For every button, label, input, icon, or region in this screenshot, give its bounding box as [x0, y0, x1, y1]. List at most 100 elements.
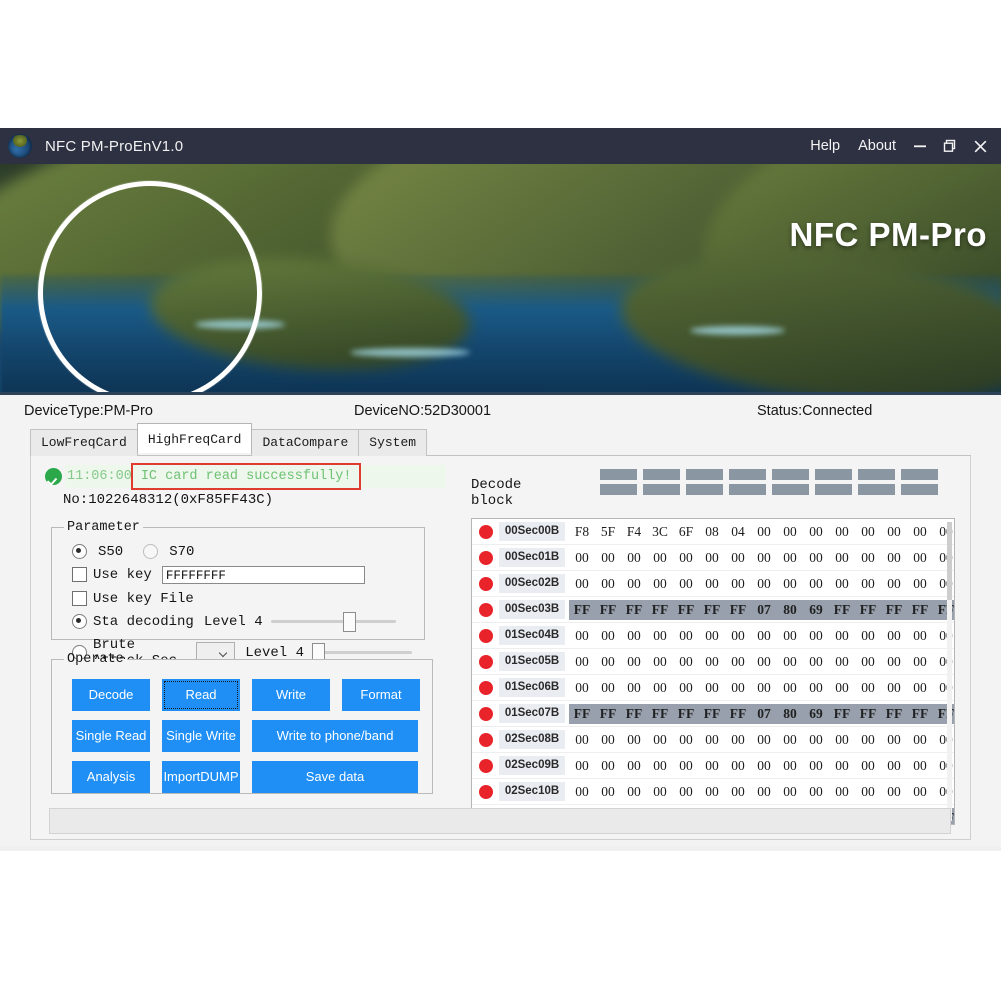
- minimize-button[interactable]: [905, 131, 935, 161]
- decode-block-label: Decode block: [471, 477, 564, 509]
- hex-byte: 80: [777, 706, 803, 722]
- hex-table-row[interactable]: 00Sec03BFFFFFFFFFFFFFF078069FFFFFFFFFFFF: [472, 597, 954, 623]
- hex-table-row[interactable]: 00Sec01B00000000000000000000000000000000: [472, 545, 954, 571]
- format-button[interactable]: Format: [342, 679, 420, 711]
- radio-s70[interactable]: [143, 544, 158, 559]
- checkbox-use-key[interactable]: [72, 567, 87, 582]
- hex-byte: 00: [647, 758, 673, 774]
- decode-block-cell[interactable]: [729, 469, 766, 480]
- close-button[interactable]: [965, 131, 995, 161]
- decode-block-cell[interactable]: [686, 484, 723, 495]
- block-status-dot-icon[interactable]: [479, 603, 493, 617]
- operate-group: Operate Decode Read Write Format Single …: [51, 652, 433, 794]
- decode-block-cell[interactable]: [600, 484, 637, 495]
- hex-table-row[interactable]: 01Sec06B00000000000000000000000000000000: [472, 675, 954, 701]
- help-menu[interactable]: Help: [801, 138, 849, 154]
- decode-block-cell[interactable]: [643, 484, 680, 495]
- single-read-button[interactable]: Single Read: [72, 720, 150, 752]
- decode-block-header: Decode block: [471, 469, 970, 509]
- hex-table-row[interactable]: 01Sec07BFFFFFFFFFFFFFF078069FFFFFFFFFFFF: [472, 701, 954, 727]
- hex-byte: 00: [829, 732, 855, 748]
- decode-button[interactable]: Decode: [72, 679, 150, 711]
- decode-block-cell[interactable]: [600, 469, 637, 480]
- bottom-status-bar: [49, 808, 951, 834]
- status-text: IC card read successfully!: [141, 469, 352, 484]
- tab-datacompare[interactable]: DataCompare: [251, 429, 359, 456]
- tab-system[interactable]: System: [358, 429, 427, 456]
- hex-rows-container: 00Sec00BF85FF43C6F0804000000000000000000…: [472, 519, 954, 825]
- hex-byte: 00: [725, 550, 751, 566]
- hex-table-row[interactable]: 02Sec08B00000000000000000000000000000000: [472, 727, 954, 753]
- hex-byte: 00: [907, 758, 933, 774]
- decode-block-cell[interactable]: [815, 469, 852, 480]
- radio-s50[interactable]: [72, 544, 87, 559]
- hex-byte-list: 00000000000000000000000000000000: [569, 626, 955, 646]
- block-status-dot-icon[interactable]: [479, 707, 493, 721]
- decode-block-cell[interactable]: [686, 469, 723, 480]
- minimize-icon: [912, 138, 928, 154]
- block-status-dot-icon[interactable]: [479, 681, 493, 695]
- block-status-dot-icon[interactable]: [479, 551, 493, 565]
- block-status-dot-icon[interactable]: [479, 525, 493, 539]
- hex-byte: 00: [907, 628, 933, 644]
- decode-block-cell[interactable]: [815, 484, 852, 495]
- hex-byte: 00: [673, 654, 699, 670]
- hex-byte: 00: [881, 524, 907, 540]
- hex-byte: 6F: [673, 524, 699, 540]
- block-status-dot-icon[interactable]: [479, 577, 493, 591]
- hex-byte: FF: [725, 602, 751, 618]
- window-title: NFC PM-ProEnV1.0: [45, 138, 183, 155]
- hex-table-row[interactable]: 00Sec02B00000000000000000000000000000000: [472, 571, 954, 597]
- analysis-button[interactable]: Analysis: [72, 761, 150, 793]
- hex-byte: 00: [595, 680, 621, 696]
- block-status-dot-icon[interactable]: [479, 733, 493, 747]
- hex-byte: FF: [569, 602, 595, 618]
- hex-scrollbar-thumb[interactable]: [947, 522, 952, 600]
- hex-byte: 00: [803, 784, 829, 800]
- hex-table-row[interactable]: 01Sec04B00000000000000000000000000000000: [472, 623, 954, 649]
- block-status-dot-icon[interactable]: [479, 785, 493, 799]
- block-label: 00Sec01B: [499, 548, 565, 567]
- hex-byte: 00: [881, 680, 907, 696]
- hex-table-row[interactable]: 01Sec05B00000000000000000000000000000000: [472, 649, 954, 675]
- slider-thumb[interactable]: [343, 612, 356, 632]
- restore-icon: [942, 138, 958, 154]
- import-dump-button[interactable]: ImportDUMP: [162, 761, 240, 793]
- decode-block-cell[interactable]: [858, 484, 895, 495]
- write-to-phone-band-button[interactable]: Write to phone/band: [252, 720, 418, 752]
- block-status-dot-icon[interactable]: [479, 655, 493, 669]
- hex-byte: 00: [803, 576, 829, 592]
- hex-byte: FF: [595, 602, 621, 618]
- key-input[interactable]: FFFFFFFF: [162, 566, 365, 584]
- radio-sta-decoding[interactable]: [72, 614, 87, 629]
- decode-block-cell[interactable]: [772, 469, 809, 480]
- hex-table-row[interactable]: 02Sec10B00000000000000000000000000000000: [472, 779, 954, 805]
- decode-block-cell[interactable]: [643, 469, 680, 480]
- decode-block-cell[interactable]: [901, 469, 938, 480]
- maximize-button[interactable]: [935, 131, 965, 161]
- hex-byte-list: F85FF43C6F0804000000000000000000: [569, 522, 955, 542]
- hex-byte: 00: [881, 784, 907, 800]
- single-write-button[interactable]: Single Write: [162, 720, 240, 752]
- read-button[interactable]: Read: [162, 679, 240, 711]
- status-highlight-box: IC card read successfully!: [131, 463, 362, 490]
- checkbox-use-key-file[interactable]: [72, 591, 87, 606]
- hex-byte: 00: [803, 758, 829, 774]
- hex-table-row[interactable]: 00Sec00BF85FF43C6F0804000000000000000000: [472, 519, 954, 545]
- write-button[interactable]: Write: [252, 679, 330, 711]
- hex-table-row[interactable]: 02Sec09B00000000000000000000000000000000: [472, 753, 954, 779]
- hex-byte: FF: [907, 706, 933, 722]
- save-data-button[interactable]: Save data: [252, 761, 418, 793]
- hex-byte: 00: [569, 576, 595, 592]
- decode-block-cell[interactable]: [858, 469, 895, 480]
- tab-highfreqcard[interactable]: HighFreqCard: [137, 423, 253, 453]
- block-status-dot-icon[interactable]: [479, 629, 493, 643]
- decode-block-cell[interactable]: [729, 484, 766, 495]
- sta-level-slider[interactable]: [271, 615, 396, 629]
- hex-data-table[interactable]: 00Sec00BF85FF43C6F0804000000000000000000…: [471, 518, 955, 825]
- decode-block-cell[interactable]: [901, 484, 938, 495]
- about-menu[interactable]: About: [849, 138, 905, 154]
- decode-block-cell[interactable]: [772, 484, 809, 495]
- tab-lowfreqcard[interactable]: LowFreqCard: [30, 429, 138, 456]
- block-status-dot-icon[interactable]: [479, 759, 493, 773]
